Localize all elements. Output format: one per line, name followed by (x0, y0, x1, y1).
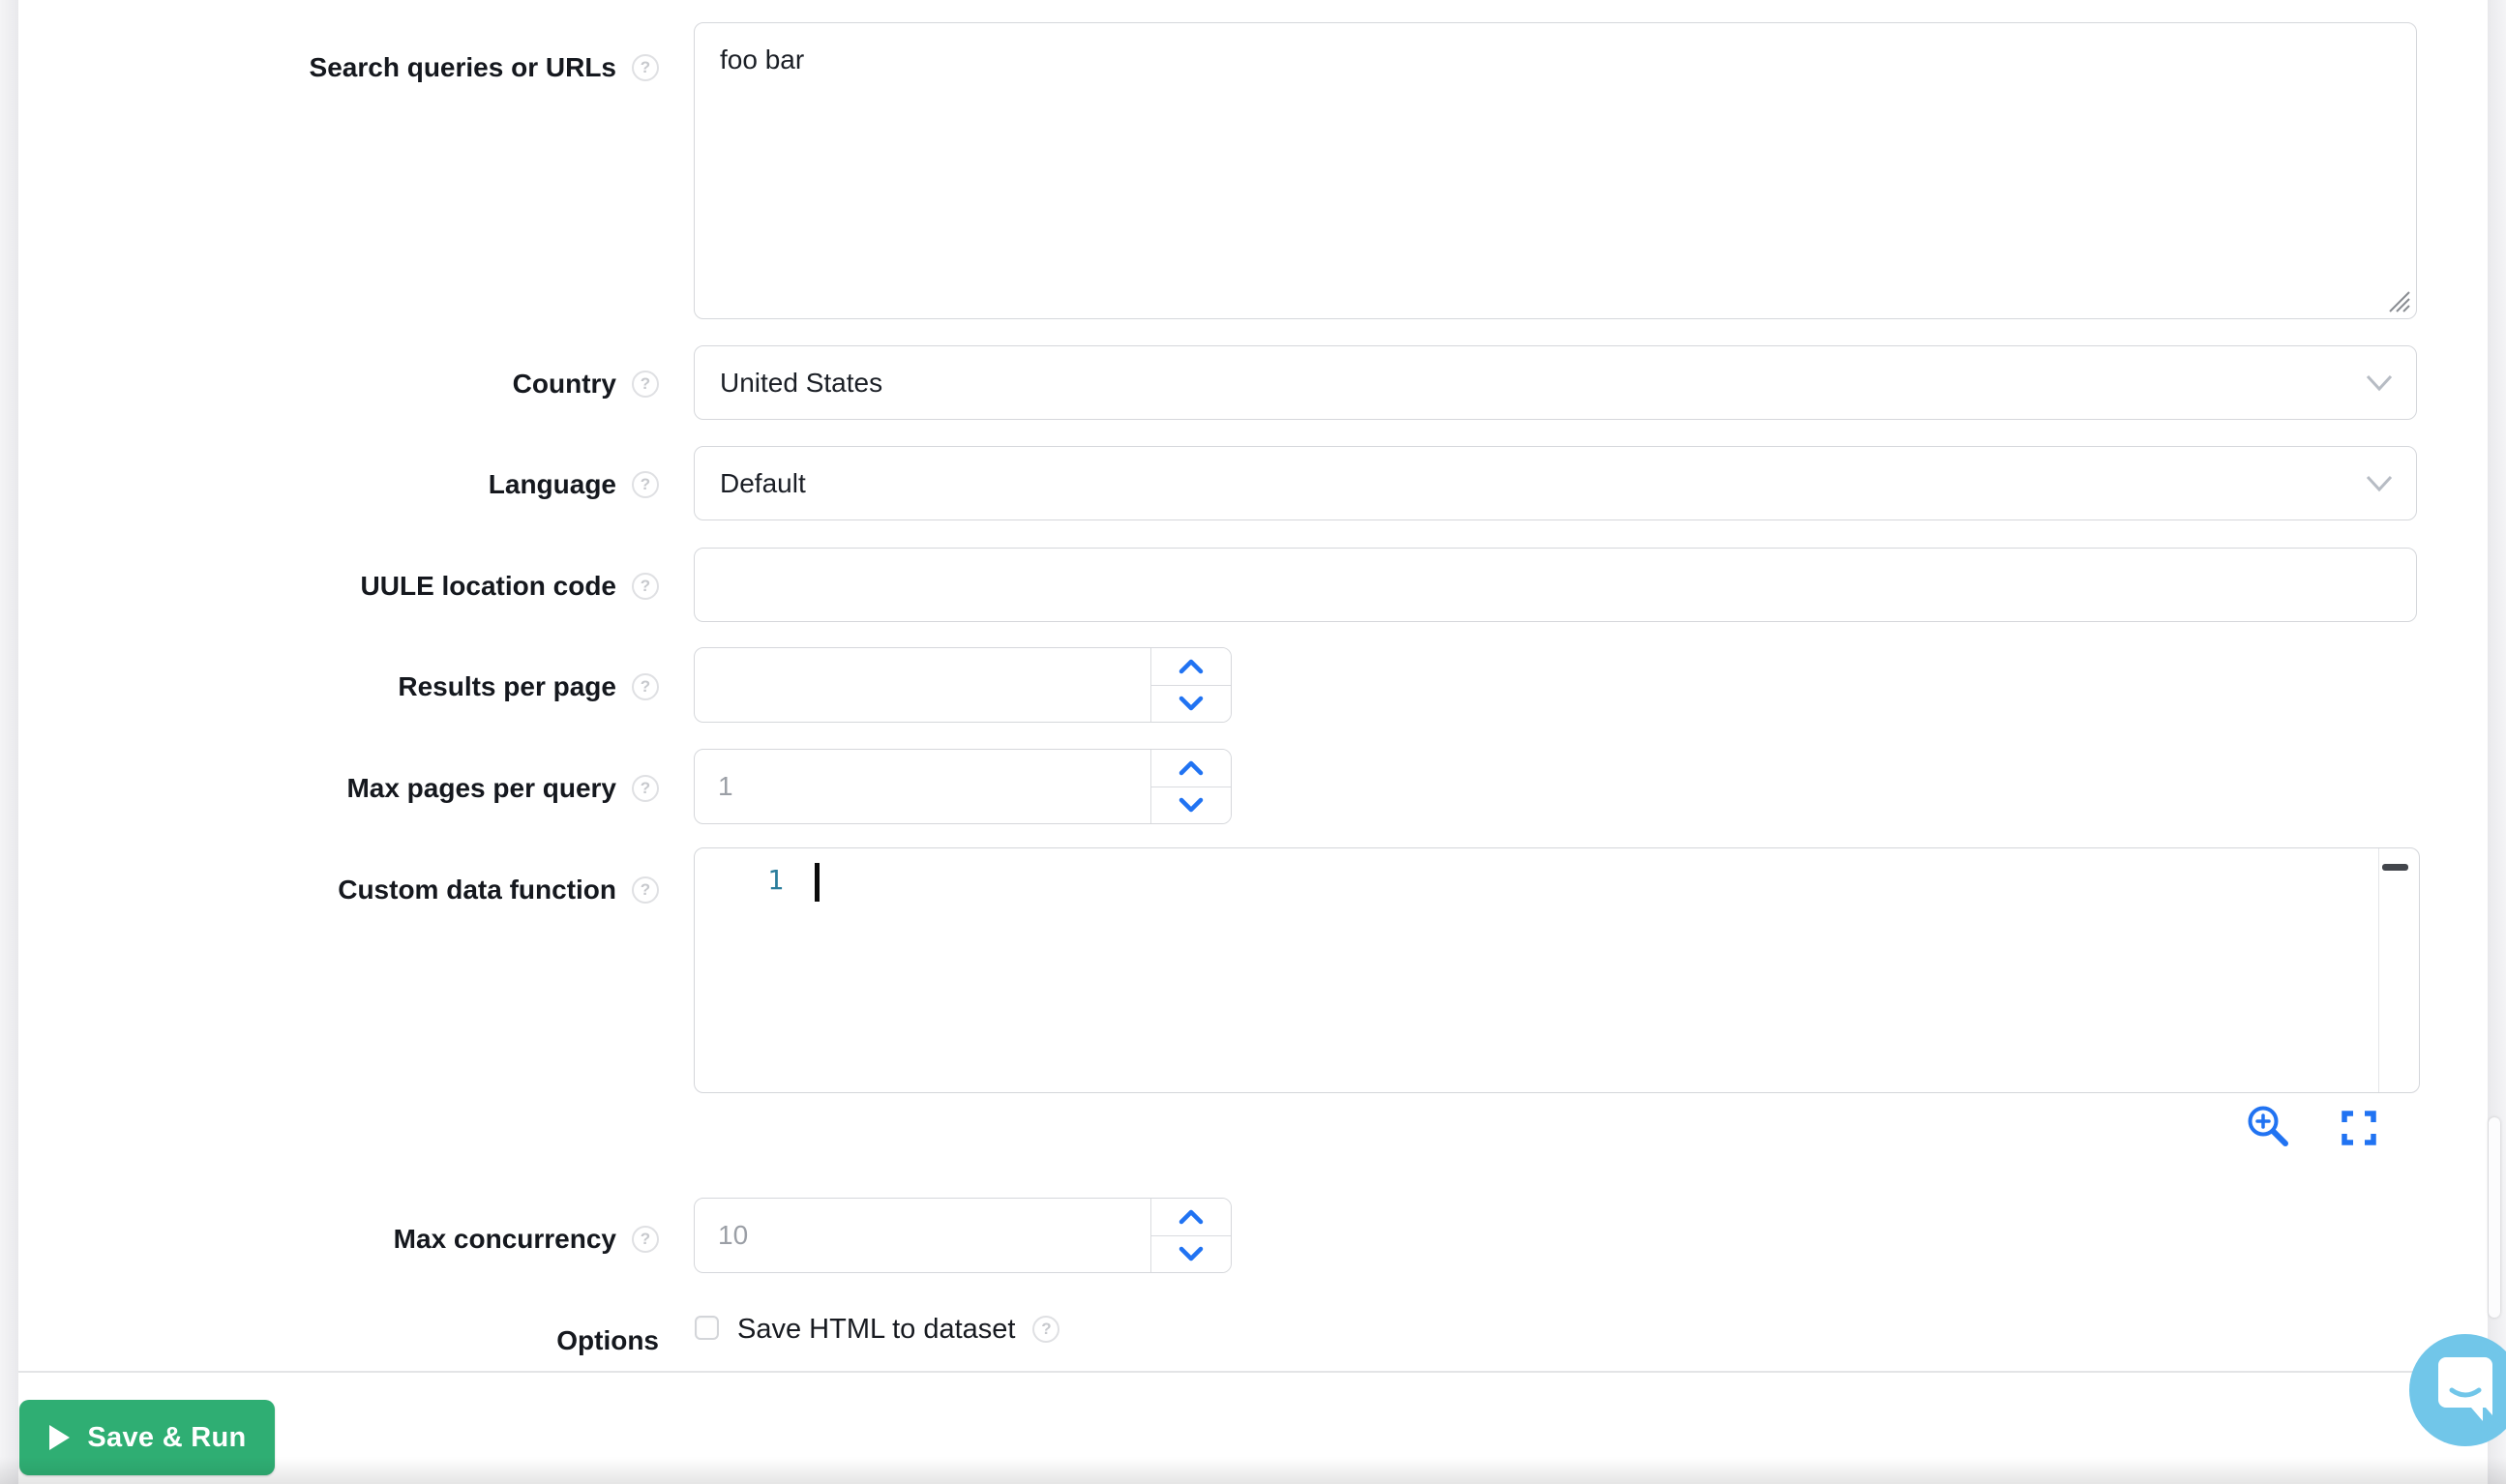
max-pages-input[interactable]: 1 (695, 750, 1151, 823)
custom-data-label: Custom data function (338, 875, 616, 905)
country-select[interactable]: United States (694, 345, 2417, 420)
help-icon[interactable]: ? (632, 1226, 659, 1253)
chevron-up-icon (1178, 760, 1205, 776)
search-queries-label: Search queries or URLs (310, 52, 616, 83)
custom-data-code-editor[interactable]: 1 (694, 847, 2420, 1093)
language-label-row: Language ? (0, 464, 659, 505)
country-label-row: Country ? (0, 364, 659, 404)
country-label: Country (513, 369, 616, 400)
fullscreen-icon (2342, 1111, 2376, 1145)
options-label-row: Options (0, 1321, 659, 1361)
help-icon[interactable]: ? (632, 876, 659, 904)
help-icon[interactable]: ? (632, 54, 659, 81)
help-icon[interactable]: ? (632, 573, 659, 600)
max-pages-decrement-button[interactable] (1151, 787, 1231, 824)
max-pages-label-row: Max pages per query ? (0, 768, 659, 809)
save-and-run-button[interactable]: Save & Run (19, 1400, 275, 1475)
results-per-page-label: Results per page (398, 671, 616, 702)
editor-zoom-button[interactable] (2245, 1103, 2293, 1154)
help-icon[interactable]: ? (1032, 1316, 1059, 1343)
search-queries-label-row: Search queries or URLs ? (0, 47, 659, 88)
max-concurrency-increment-button[interactable] (1151, 1199, 1231, 1236)
results-per-page-stepper (694, 647, 1232, 723)
language-label: Language (489, 469, 616, 500)
max-concurrency-decrement-button[interactable] (1151, 1236, 1231, 1273)
textarea-resize-handle[interactable] (2388, 290, 2411, 313)
language-select[interactable]: Default (694, 446, 2417, 520)
uule-input[interactable] (694, 548, 2417, 622)
editor-text-caret (815, 863, 820, 902)
max-pages-increment-button[interactable] (1151, 750, 1231, 787)
save-and-run-label: Save & Run (87, 1422, 246, 1454)
help-icon[interactable]: ? (632, 673, 659, 700)
chevron-down-icon (2364, 373, 2395, 393)
save-html-option: Save HTML to dataset ? (737, 1316, 1059, 1343)
max-concurrency-label-row: Max concurrency ? (0, 1219, 659, 1260)
chevron-up-icon (1178, 1209, 1205, 1225)
max-concurrency-input[interactable]: 10 (695, 1199, 1151, 1272)
options-label: Options (556, 1325, 659, 1356)
results-per-page-input[interactable] (695, 648, 1151, 722)
language-value: Default (720, 468, 806, 499)
results-per-page-label-row: Results per page ? (0, 667, 659, 707)
save-html-option-label: Save HTML to dataset (737, 1314, 1015, 1346)
max-concurrency-label: Max concurrency (394, 1224, 616, 1255)
chevron-down-icon (2364, 474, 2395, 493)
chat-launcher-button[interactable] (2409, 1334, 2506, 1446)
editor-toolbar (2245, 1103, 2400, 1153)
page-scrollbar-thumb[interactable] (2489, 1117, 2500, 1318)
help-icon[interactable]: ? (632, 371, 659, 398)
editor-fullscreen-button[interactable] (2342, 1111, 2376, 1148)
save-html-checkbox[interactable] (695, 1316, 719, 1340)
uule-label-row: UULE location code ? (0, 566, 659, 607)
max-pages-stepper: 1 (694, 749, 1232, 824)
card-bottom-shadow (0, 1457, 2506, 1484)
results-decrement-button[interactable] (1151, 686, 1231, 723)
page-left-gutter (0, 0, 18, 1484)
play-icon (47, 1424, 71, 1451)
search-queries-textarea[interactable]: foo bar (694, 22, 2417, 319)
uule-label: UULE location code (361, 571, 616, 602)
max-pages-label: Max pages per query (346, 773, 616, 804)
magnifier-plus-icon (2245, 1103, 2293, 1151)
actor-input-form-page: Search queries or URLs ? foo bar Country… (0, 0, 2506, 1484)
country-value: United States (720, 368, 882, 399)
results-increment-button[interactable] (1151, 648, 1231, 686)
help-icon[interactable]: ? (632, 775, 659, 802)
custom-data-label-row: Custom data function ? (0, 870, 659, 910)
chevron-up-icon (1178, 659, 1205, 674)
chevron-down-icon (1178, 1246, 1205, 1261)
help-icon[interactable]: ? (632, 471, 659, 498)
chevron-down-icon (1178, 696, 1205, 711)
max-concurrency-stepper: 10 (694, 1198, 1232, 1273)
chevron-down-icon (1178, 797, 1205, 813)
chat-bubble-icon (2431, 1353, 2500, 1427)
search-queries-value: foo bar (720, 45, 804, 74)
editor-scrollbar-thumb[interactable] (2382, 864, 2408, 871)
footer-divider (18, 1371, 2488, 1373)
editor-scrollbar-track[interactable] (2378, 848, 2419, 1092)
editor-line-number: 1 (745, 864, 784, 896)
